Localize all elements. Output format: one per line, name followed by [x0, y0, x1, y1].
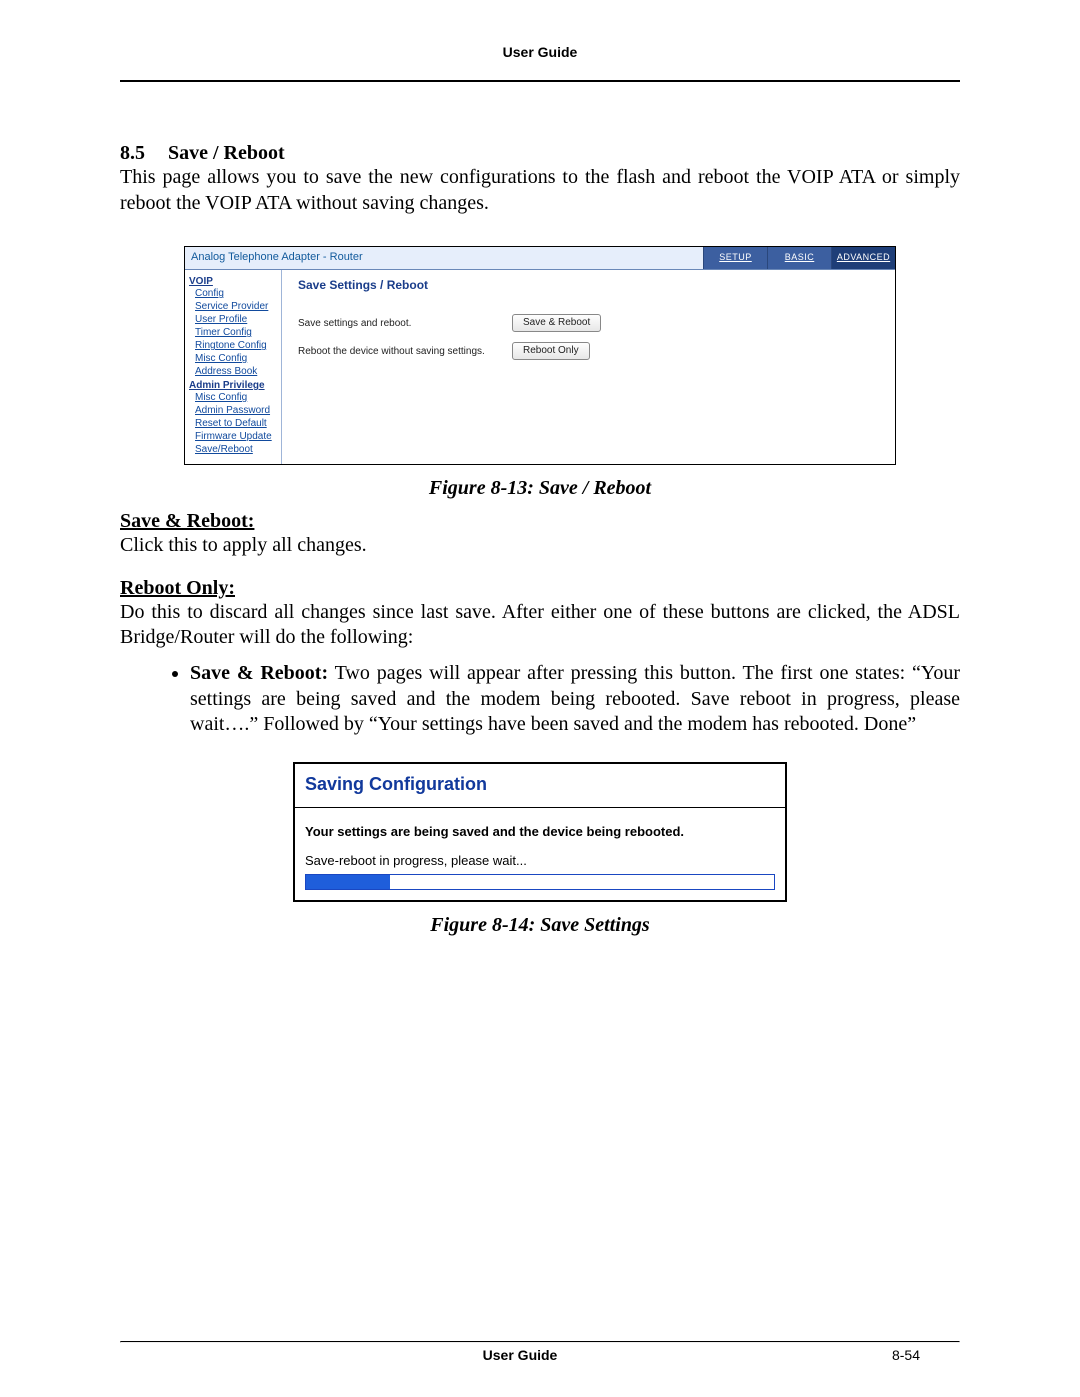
footer-center: User Guide — [387, 1347, 654, 1363]
saving-bold-line: Your settings are being saved and the de… — [305, 824, 775, 839]
section-number: 8.5 — [120, 142, 145, 164]
sidebar-item-user-profile[interactable]: User Profile — [185, 313, 281, 326]
router-main-heading: Save Settings / Reboot — [298, 278, 885, 292]
saving-configuration-screenshot: Saving Configuration Your settings are b… — [293, 762, 787, 902]
tab-setup[interactable]: SETUP — [703, 247, 767, 269]
router-titlebar: Analog Telephone Adapter - Router SETUP … — [185, 247, 895, 270]
router-sidebar: VOIP Config Service Provider User Profil… — [185, 270, 282, 464]
saving-config-title: Saving Configuration — [295, 764, 785, 808]
sidebar-item-timer-config[interactable]: Timer Config — [185, 326, 281, 339]
reboot-only-text: Do this to discard all changes since las… — [120, 600, 960, 651]
router-tabs: SETUP BASIC ADVANCED — [703, 247, 895, 269]
sidebar-item-firmware-update[interactable]: Firmware Update — [185, 430, 281, 443]
save-reboot-button[interactable]: Save & Reboot — [512, 314, 601, 332]
sidebar-item-ringtone-config[interactable]: Ringtone Config — [185, 339, 281, 352]
progress-bar — [305, 874, 775, 890]
sidebar-item-admin-password[interactable]: Admin Password — [185, 404, 281, 417]
header-rule — [120, 80, 960, 82]
router-main: Save Settings / Reboot Save settings and… — [282, 270, 895, 464]
section-title: Save / Reboot — [168, 142, 285, 164]
row2-label: Reboot the device without saving setting… — [298, 346, 512, 357]
router-ui-screenshot: Analog Telephone Adapter - Router SETUP … — [184, 246, 896, 465]
bullet-list: Save & Reboot: Two pages will appear aft… — [120, 661, 960, 738]
section-line: 8.5 Save / Reboot — [120, 142, 960, 165]
sidebar-item-misc-config[interactable]: Misc Config — [185, 352, 281, 365]
sidebar-item-reset-default[interactable]: Reset to Default — [185, 417, 281, 430]
footer-row: User Guide 8-54 — [120, 1347, 960, 1363]
save-reboot-subheading: Save & Reboot: — [120, 510, 960, 533]
sidebar-item-misc-config-2[interactable]: Misc Config — [185, 391, 281, 404]
sidebar-head-admin: Admin Privilege — [185, 378, 281, 391]
sidebar-item-config[interactable]: Config — [185, 287, 281, 300]
save-reboot-text: Click this to apply all changes. — [120, 533, 960, 559]
footer-left — [120, 1347, 387, 1363]
section-intro: This page allows you to save the new con… — [120, 165, 960, 216]
reboot-only-subheading: Reboot Only: — [120, 577, 960, 600]
figure-8-14-caption: Figure 8-14: Save Settings — [120, 914, 960, 937]
router-body: VOIP Config Service Provider User Profil… — [185, 270, 895, 464]
progress-bar-fill — [306, 875, 390, 889]
bullet-lead: Save & Reboot: — [190, 662, 328, 684]
page-header-title: User Guide — [120, 44, 960, 60]
footer-rule — [120, 1341, 960, 1343]
page-footer: User Guide 8-54 — [120, 1341, 960, 1363]
saving-plain-line: Save-reboot in progress, please wait... — [305, 853, 775, 868]
bullet-save-reboot: Save & Reboot: Two pages will appear aft… — [190, 661, 960, 738]
saving-config-body: Your settings are being saved and the de… — [295, 808, 785, 900]
document-page: User Guide 8.5 Save / Reboot This page a… — [0, 0, 1080, 1397]
reboot-only-button[interactable]: Reboot Only — [512, 342, 590, 360]
sidebar-item-address-book[interactable]: Address Book — [185, 365, 281, 378]
router-row-reboot-only: Reboot the device without saving setting… — [298, 342, 885, 360]
footer-right: 8-54 — [653, 1347, 960, 1363]
section-title-spacer — [149, 142, 164, 164]
router-window-title: Analog Telephone Adapter - Router — [185, 247, 703, 269]
tab-basic[interactable]: BASIC — [767, 247, 831, 269]
tab-advanced[interactable]: ADVANCED — [831, 247, 895, 269]
sidebar-item-save-reboot[interactable]: Save/Reboot — [185, 443, 281, 456]
sidebar-item-service-provider[interactable]: Service Provider — [185, 300, 281, 313]
figure-8-13-caption: Figure 8-13: Save / Reboot — [120, 477, 960, 500]
row1-label: Save settings and reboot. — [298, 318, 512, 329]
sidebar-head-voip: VOIP — [185, 274, 281, 287]
router-row-save-reboot: Save settings and reboot. Save & Reboot — [298, 314, 885, 332]
